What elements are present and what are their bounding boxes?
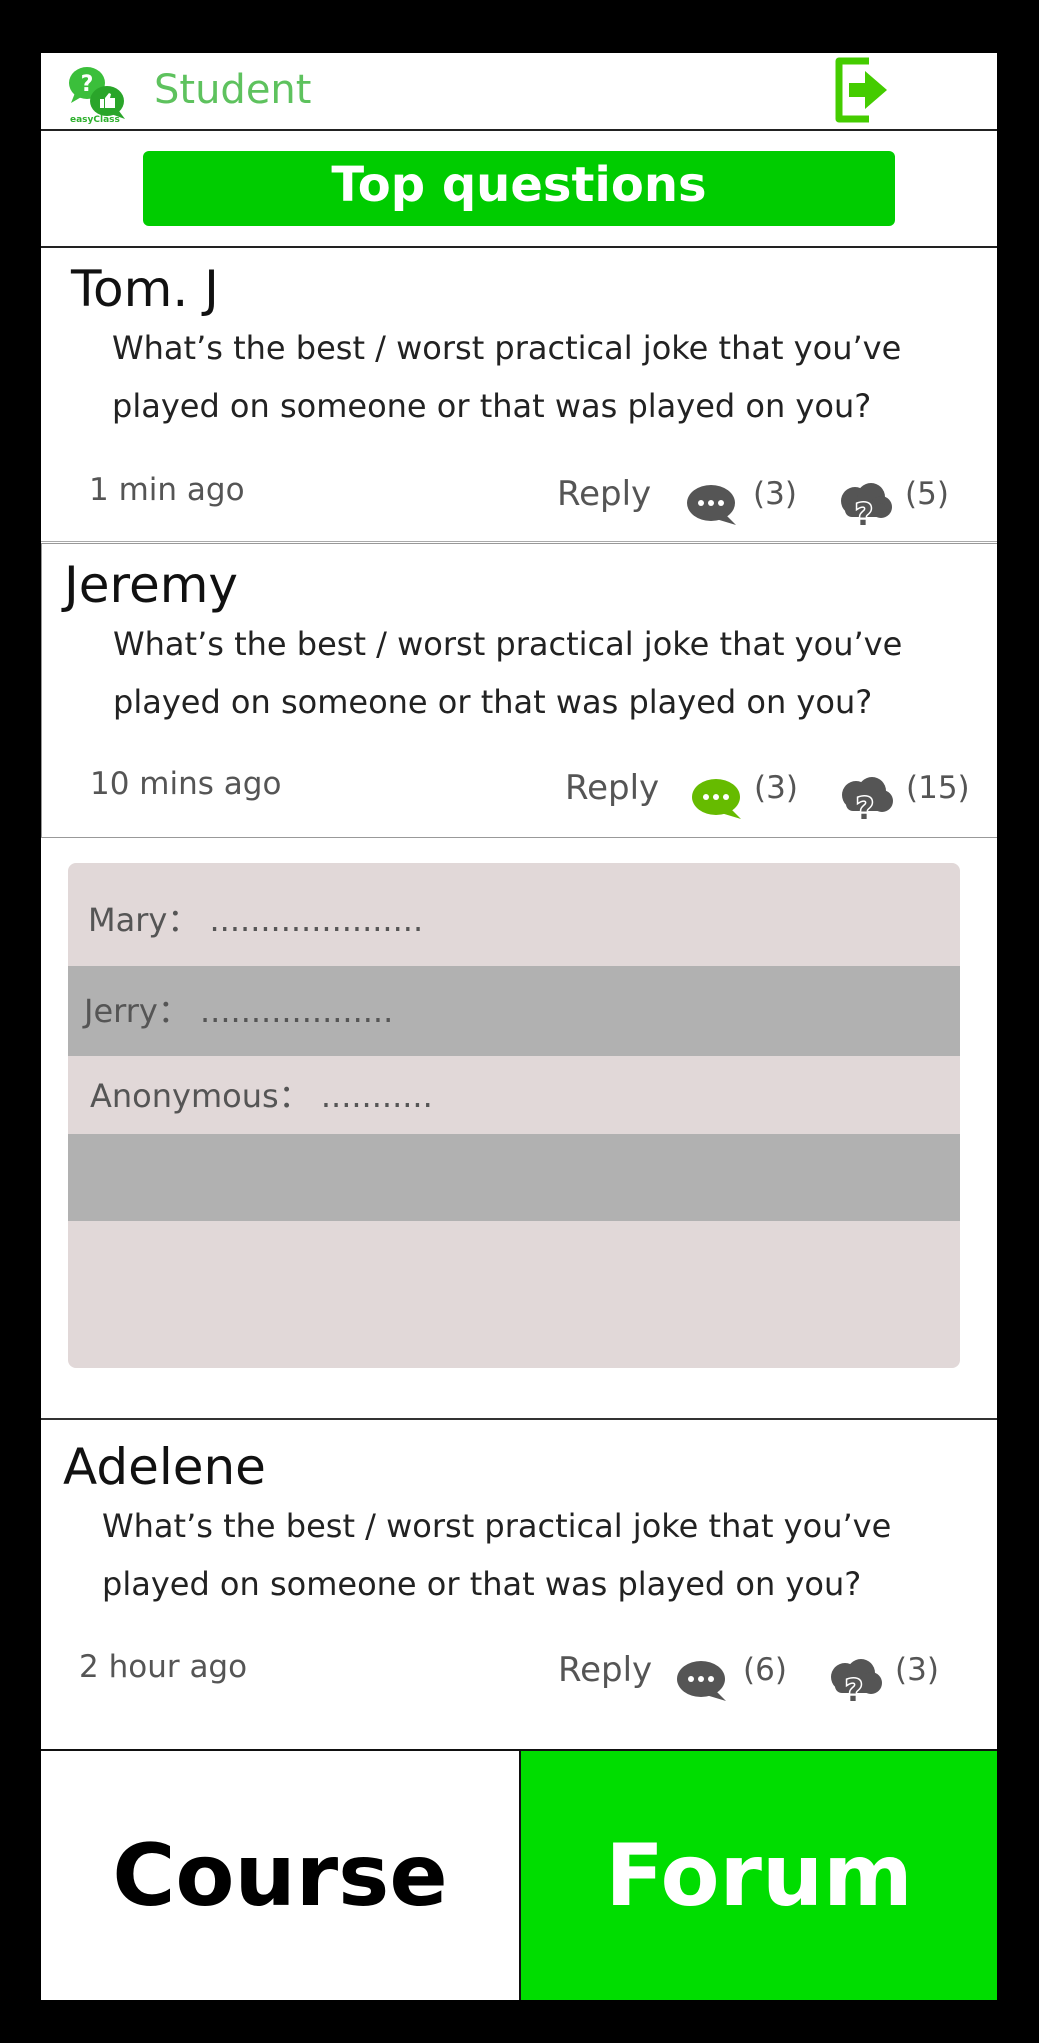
question-count: (3) <box>895 1652 939 1688</box>
replies-panel: Mary： ..................... Jerry： .....… <box>68 863 960 1368</box>
reply-button[interactable]: Reply <box>565 768 659 808</box>
question-cloud-icon[interactable]: ? <box>823 1655 885 1707</box>
question-cloud-icon[interactable]: ? <box>834 773 896 825</box>
reply-author: Jerry： <box>84 992 190 1030</box>
question-card-selected[interactable]: Jeremy What’s the best / worst practical… <box>41 543 997 838</box>
question-author: Jeremy <box>64 556 239 614</box>
svg-text:?: ? <box>856 792 873 825</box>
app-screen: ? easyClass Student Top questions Tom. J… <box>41 53 997 2000</box>
nav-course-tab[interactable]: Course <box>41 1751 519 2000</box>
role-label: Student <box>154 67 312 113</box>
question-time: 2 hour ago <box>79 1649 248 1685</box>
comment-bubble-icon[interactable] <box>686 483 738 527</box>
comment-bubble-icon[interactable] <box>676 1659 728 1703</box>
reply-row[interactable]: Anonymous： ........... <box>68 1056 960 1134</box>
reply-button[interactable]: Reply <box>557 474 651 514</box>
reply-text: ................... <box>200 992 394 1030</box>
question-count: (15) <box>906 770 970 806</box>
question-author: Adelene <box>63 1438 266 1496</box>
top-questions-button[interactable]: Top questions <box>143 151 895 226</box>
comment-count: (3) <box>753 476 797 512</box>
reply-row-empty <box>68 1134 960 1221</box>
top-questions-section: Top questions <box>41 131 997 248</box>
header: ? easyClass Student <box>41 53 997 131</box>
comment-count: (6) <box>743 1652 787 1688</box>
bottom-navigation: Course Forum <box>41 1749 997 2000</box>
question-author: Tom. J <box>71 260 219 318</box>
nav-forum-tab[interactable]: Forum <box>519 1751 997 2000</box>
svg-text:?: ? <box>81 72 94 97</box>
question-text: What’s the best / worst practical joke t… <box>113 625 903 721</box>
reply-button[interactable]: Reply <box>558 1650 652 1690</box>
question-text: What’s the best / worst practical joke t… <box>102 1507 892 1603</box>
question-text: What’s the best / worst practical joke t… <box>112 329 902 425</box>
logo-text: easyClass <box>70 115 120 125</box>
question-count: (5) <box>905 476 949 512</box>
reply-author: Mary： <box>88 901 200 939</box>
question-cloud-icon[interactable]: ? <box>833 479 895 531</box>
svg-text:?: ? <box>845 1674 862 1707</box>
question-card[interactable]: Tom. J What’s the best / worst practical… <box>41 250 997 542</box>
reply-text: ..................... <box>209 901 424 939</box>
reply-row[interactable]: Mary： ..................... <box>68 863 960 966</box>
logout-icon[interactable] <box>833 57 889 123</box>
question-time: 10 mins ago <box>90 766 282 802</box>
reply-text: ........... <box>320 1077 433 1115</box>
svg-text:?: ? <box>855 498 872 531</box>
question-card[interactable]: Adelene What’s the best / worst practica… <box>41 1420 997 1749</box>
reply-author: Anonymous： <box>90 1077 311 1115</box>
reply-row[interactable]: Jerry： ................... <box>68 966 960 1056</box>
question-time: 1 min ago <box>89 472 245 508</box>
comment-bubble-icon-active[interactable] <box>691 777 743 821</box>
comment-count: (3) <box>754 770 798 806</box>
